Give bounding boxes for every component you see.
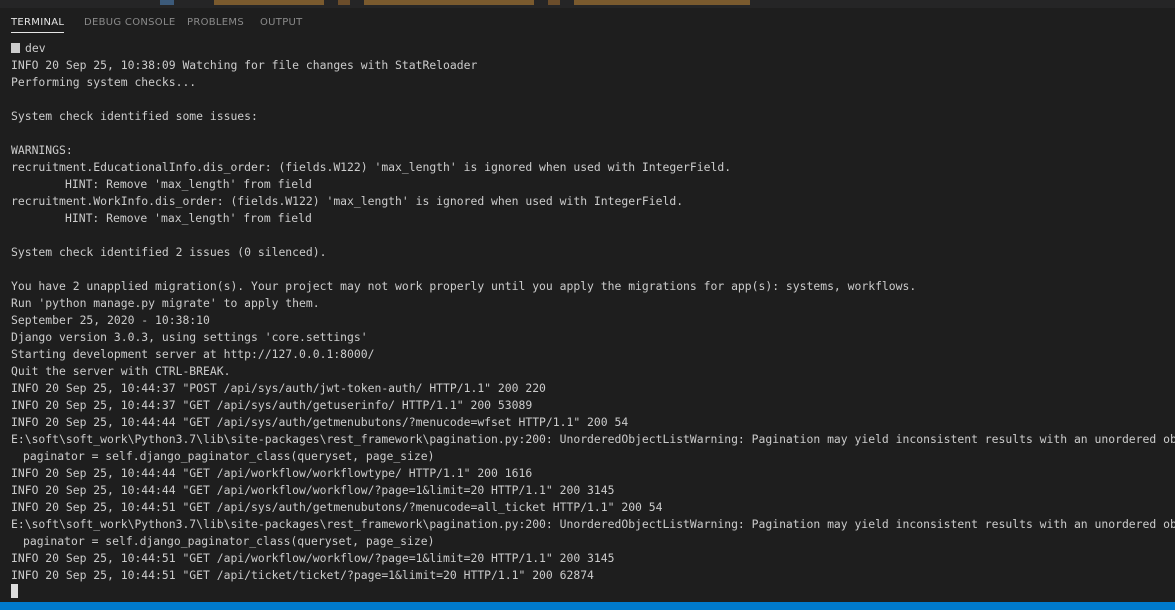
terminal-output[interactable]: dev INFO 20 Sep 25, 10:38:09 Watching fo… xyxy=(0,36,1175,602)
terminal-line: recruitment.WorkInfo.dis_order: (fields.… xyxy=(11,194,684,208)
terminal-line: HINT: Remove 'max_length' from field xyxy=(65,211,312,225)
terminal-line: INFO 20 Sep 25, 10:44:44 "GET /api/sys/a… xyxy=(11,415,629,429)
editor-tab-fragment[interactable] xyxy=(548,0,560,5)
terminal-line: September 25, 2020 - 10:38:10 xyxy=(11,313,210,327)
panel-tab-bar: TERMINAL DEBUG CONSOLE PROBLEMS OUTPUT xyxy=(0,8,1175,36)
terminal-line: You have 2 unapplied migration(s). Your … xyxy=(11,279,917,293)
terminal-line: INFO 20 Sep 25, 10:44:51 "GET /api/ticke… xyxy=(11,568,594,582)
terminal-line: INFO 20 Sep 25, 10:38:09 Watching for fi… xyxy=(11,58,478,72)
terminal-line: paginator = self.django_paginator_class(… xyxy=(23,449,435,463)
terminal-line: Run 'python manage.py migrate' to apply … xyxy=(11,296,320,310)
tab-problems[interactable]: PROBLEMS xyxy=(187,17,244,28)
terminal-line: WARNINGS: xyxy=(11,143,73,157)
terminal-line: Starting development server at http://12… xyxy=(11,347,375,361)
status-bar[interactable] xyxy=(0,602,1175,610)
editor-tab-fragment[interactable] xyxy=(338,0,350,5)
terminal-line: Performing system checks... xyxy=(11,75,197,89)
tab-output[interactable]: OUTPUT xyxy=(260,17,303,28)
terminal-line: INFO 20 Sep 25, 10:44:51 "GET /api/workf… xyxy=(11,551,615,565)
editor-tab-strip xyxy=(0,0,1175,8)
terminal-line: INFO 20 Sep 25, 10:44:37 "POST /api/sys/… xyxy=(11,381,546,395)
terminal-cursor xyxy=(11,584,18,598)
terminal-line: E:\soft\soft_work\Python3.7\lib\site-pac… xyxy=(11,517,1175,531)
editor-tab-fragment[interactable] xyxy=(364,0,534,5)
terminal-prompt: dev xyxy=(25,41,46,55)
editor-tab-fragment[interactable] xyxy=(214,0,324,5)
terminal-line: Django version 3.0.3, using settings 'co… xyxy=(11,330,368,344)
tab-terminal[interactable]: TERMINAL xyxy=(11,17,65,33)
terminal-prompt-line: dev xyxy=(11,40,1175,57)
terminal-line: INFO 20 Sep 25, 10:44:37 "GET /api/sys/a… xyxy=(11,398,533,412)
editor-tab-fragment[interactable] xyxy=(574,0,750,5)
terminal-line: System check identified 2 issues (0 sile… xyxy=(11,245,327,259)
terminal-line: INFO 20 Sep 25, 10:44:44 "GET /api/workf… xyxy=(11,483,615,497)
terminal-prompt-icon xyxy=(11,43,20,53)
editor-tab-fragment[interactable] xyxy=(160,0,174,5)
terminal-line: System check identified some issues: xyxy=(11,109,258,123)
terminal-line: HINT: Remove 'max_length' from field xyxy=(65,177,312,191)
terminal-line: Quit the server with CTRL-BREAK. xyxy=(11,364,231,378)
terminal-lines: dev INFO 20 Sep 25, 10:38:09 Watching fo… xyxy=(11,40,1175,584)
terminal-line: recruitment.EducationalInfo.dis_order: (… xyxy=(11,160,732,174)
terminal-line: paginator = self.django_paginator_class(… xyxy=(23,534,435,548)
terminal-line: INFO 20 Sep 25, 10:44:51 "GET /api/sys/a… xyxy=(11,500,663,514)
terminal-line: E:\soft\soft_work\Python3.7\lib\site-pac… xyxy=(11,432,1175,446)
tab-debug-console[interactable]: DEBUG CONSOLE xyxy=(84,17,175,28)
terminal-line: INFO 20 Sep 25, 10:44:44 "GET /api/workf… xyxy=(11,466,533,480)
